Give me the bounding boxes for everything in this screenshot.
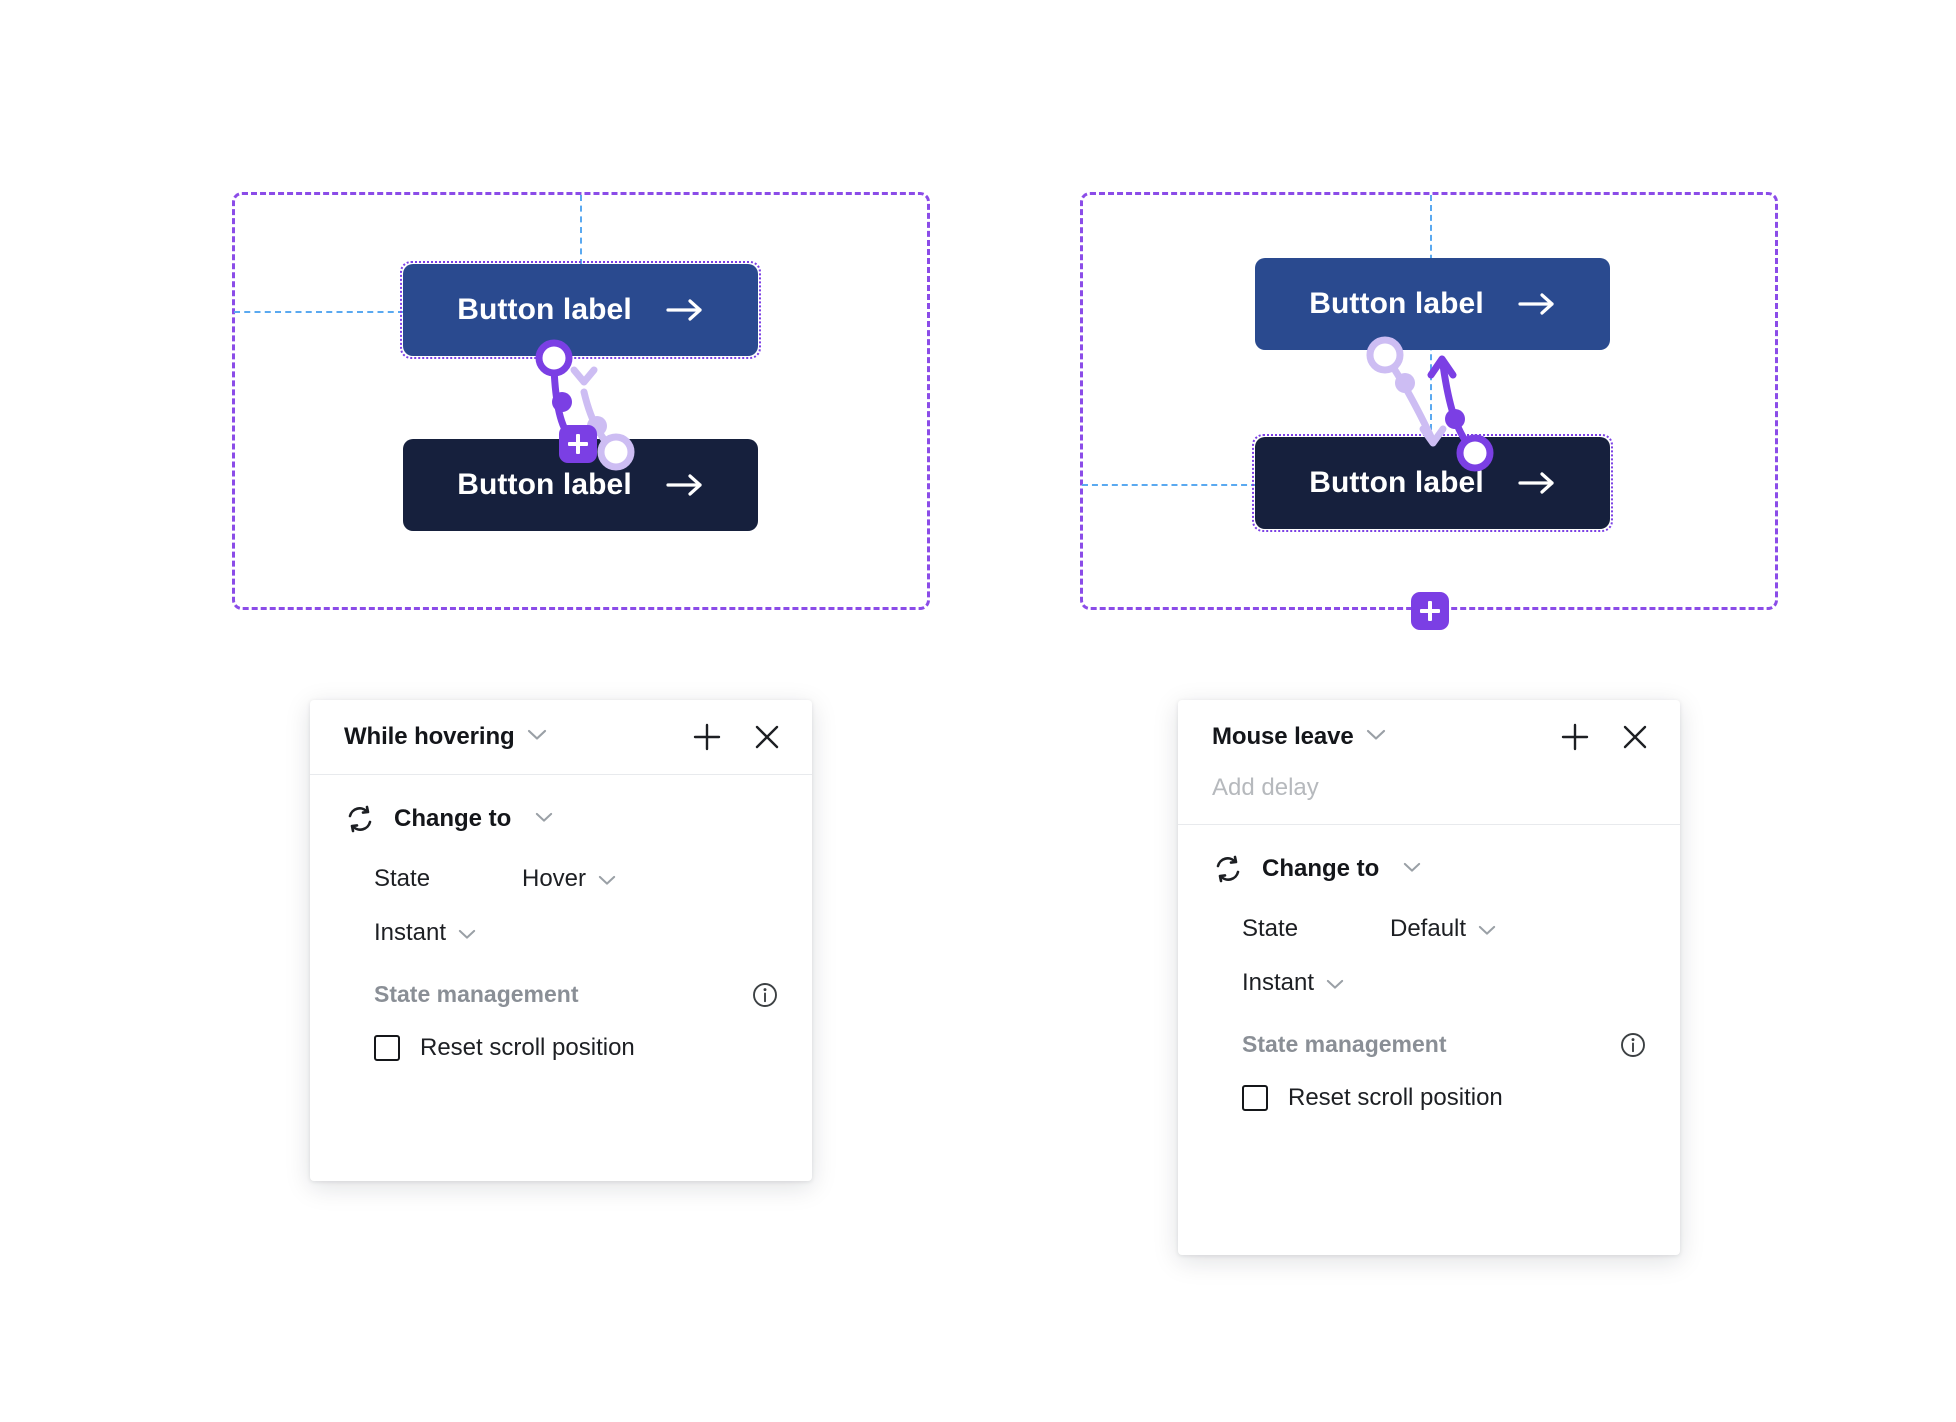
left-frame[interactable]: [232, 192, 930, 610]
chevron-down-icon[interactable]: [1326, 969, 1344, 997]
arrow-right-icon: [1518, 293, 1554, 315]
arrow-right-icon: [666, 474, 702, 496]
reset-scroll-position-checkbox[interactable]: [1242, 1085, 1268, 1111]
add-delay-placeholder: Add delay: [1212, 774, 1319, 801]
right-button-hover[interactable]: Button label: [1252, 434, 1613, 532]
arrow-right-icon: [666, 299, 702, 321]
state-value-select[interactable]: Default: [1390, 915, 1496, 943]
panel-header: Mouse leave: [1178, 700, 1680, 774]
sync-icon: [344, 803, 376, 835]
panel-header-actions: [690, 720, 784, 754]
state-value: Hover: [522, 865, 587, 892]
interaction-panel-while-hovering: While hovering Change to State Hover Ins…: [310, 700, 812, 1181]
sync-icon: [1212, 853, 1244, 885]
left-button-default-label: Button label: [457, 293, 632, 326]
action-section-header: Change to: [344, 803, 778, 835]
close-icon[interactable]: [1618, 720, 1652, 754]
panel-body: Change to State Default Instant State ma…: [1178, 825, 1680, 1146]
panel-body: Change to State Hover Instant State mana…: [310, 775, 812, 1096]
state-row: State Default: [1212, 915, 1646, 943]
timing-select[interactable]: Instant: [1212, 969, 1646, 997]
timing-value: Instant: [374, 919, 447, 946]
close-icon[interactable]: [750, 720, 784, 754]
left-button-default[interactable]: Button label: [400, 261, 761, 359]
panel-header: While hovering: [310, 700, 812, 774]
right-frame[interactable]: [1080, 192, 1778, 610]
state-label: State: [1242, 915, 1299, 942]
state-row: State Hover: [344, 865, 778, 893]
chevron-down-icon[interactable]: [458, 919, 476, 947]
timing-value: Instant: [1242, 969, 1315, 996]
add-action-button[interactable]: [1558, 720, 1592, 754]
right-button-default-label: Button label: [1309, 287, 1484, 320]
state-management-header: State management: [1212, 1031, 1646, 1058]
panel-title[interactable]: Mouse leave: [1212, 723, 1354, 751]
reset-scroll-position-row[interactable]: Reset scroll position: [1212, 1084, 1646, 1112]
interaction-panel-mouse-leave: Mouse leave Add delay Change to State De…: [1178, 700, 1680, 1255]
chevron-down-icon[interactable]: [1366, 728, 1386, 746]
chevron-down-icon[interactable]: [535, 810, 553, 828]
chevron-down-icon[interactable]: [1403, 860, 1421, 878]
plus-icon-bar-v: [1428, 601, 1432, 621]
plus-icon-bar-v: [576, 434, 580, 454]
add-action-button[interactable]: [690, 720, 724, 754]
reset-scroll-position-checkbox[interactable]: [374, 1035, 400, 1061]
reset-scroll-position-label: Reset scroll position: [420, 1034, 635, 1061]
action-section-header: Change to: [1212, 853, 1646, 885]
info-icon[interactable]: [1620, 1032, 1646, 1058]
state-value-select[interactable]: Hover: [522, 865, 616, 893]
canvas-stage: Button label Button label Button label B…: [0, 0, 1956, 1422]
action-type-label[interactable]: Change to: [1262, 855, 1379, 883]
left-button-hover-label: Button label: [457, 468, 632, 501]
right-button-hover-label: Button label: [1309, 466, 1484, 499]
reset-scroll-position-label: Reset scroll position: [1288, 1084, 1503, 1111]
arrow-right-icon: [1518, 472, 1554, 494]
state-management-label: State management: [1242, 1031, 1447, 1057]
reset-scroll-position-row[interactable]: Reset scroll position: [344, 1034, 778, 1062]
chevron-down-icon[interactable]: [527, 728, 547, 746]
state-label: State: [374, 865, 431, 892]
state-management-header: State management: [344, 981, 778, 1008]
chevron-down-icon[interactable]: [598, 865, 616, 893]
right-button-default[interactable]: Button label: [1255, 258, 1610, 350]
chevron-down-icon[interactable]: [1478, 915, 1496, 943]
state-management-label: State management: [374, 981, 579, 1007]
timing-select[interactable]: Instant: [344, 919, 778, 947]
action-type-label[interactable]: Change to: [394, 805, 511, 833]
left-add-interaction-badge[interactable]: [559, 425, 597, 463]
state-value: Default: [1390, 915, 1467, 942]
panel-header-actions: [1558, 720, 1652, 754]
add-delay-field[interactable]: Add delay: [1178, 774, 1680, 824]
panel-title[interactable]: While hovering: [344, 723, 515, 751]
info-icon[interactable]: [752, 982, 778, 1008]
right-add-interaction-badge[interactable]: [1411, 592, 1449, 630]
